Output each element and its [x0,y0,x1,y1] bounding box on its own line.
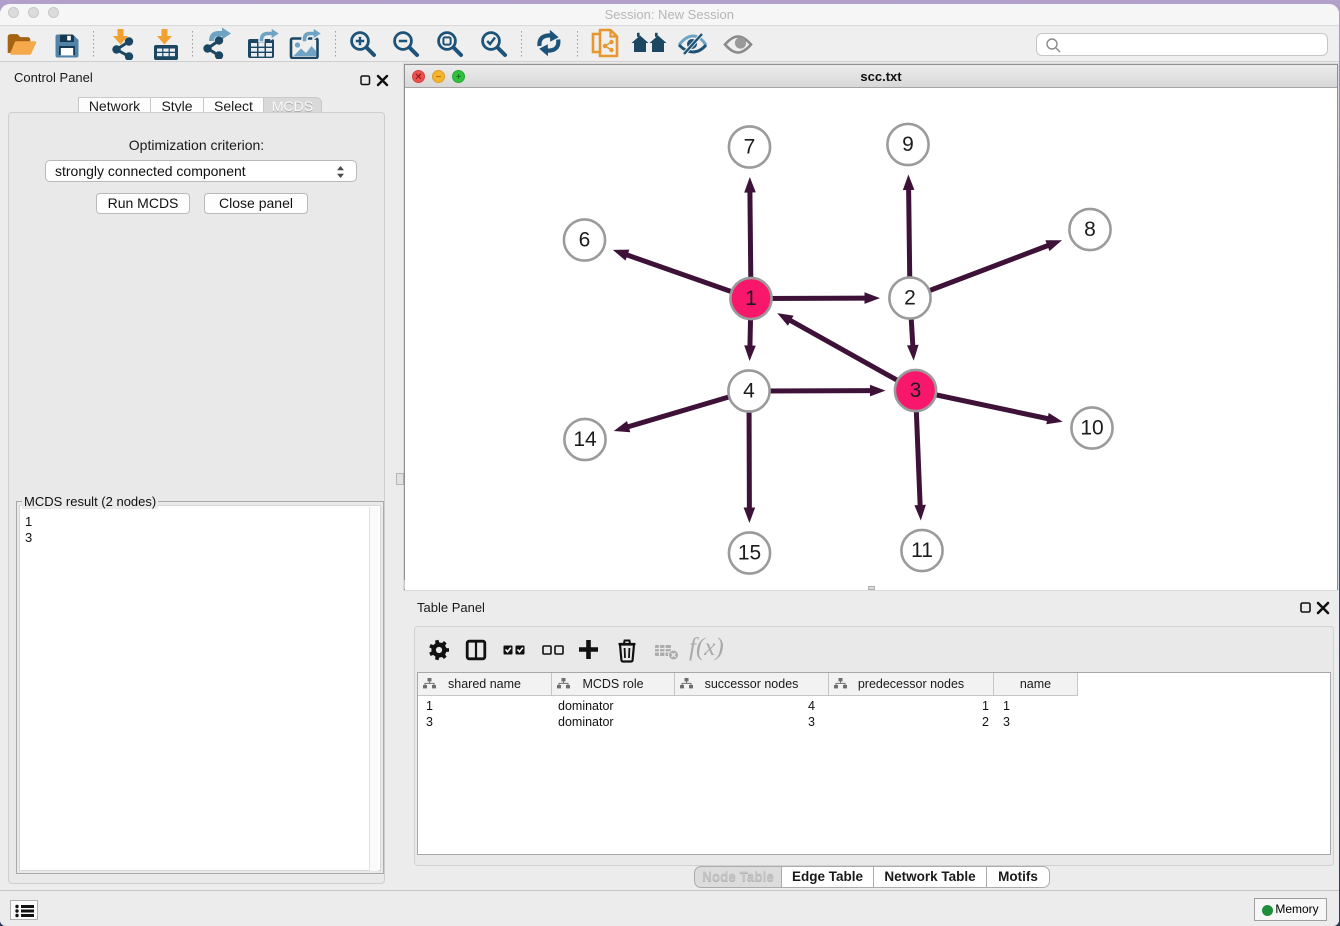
svg-text:4: 4 [743,380,755,403]
svg-text:8: 8 [1084,218,1096,241]
svg-text:2: 2 [904,287,916,310]
svg-text:15: 15 [738,542,761,565]
svg-text:6: 6 [579,229,591,252]
svg-text:14: 14 [573,428,597,451]
svg-text:7: 7 [744,136,756,159]
svg-text:11: 11 [911,539,933,562]
svg-text:1: 1 [745,287,757,310]
svg-text:9: 9 [902,133,914,156]
svg-text:10: 10 [1080,417,1103,440]
svg-text:3: 3 [910,379,922,402]
